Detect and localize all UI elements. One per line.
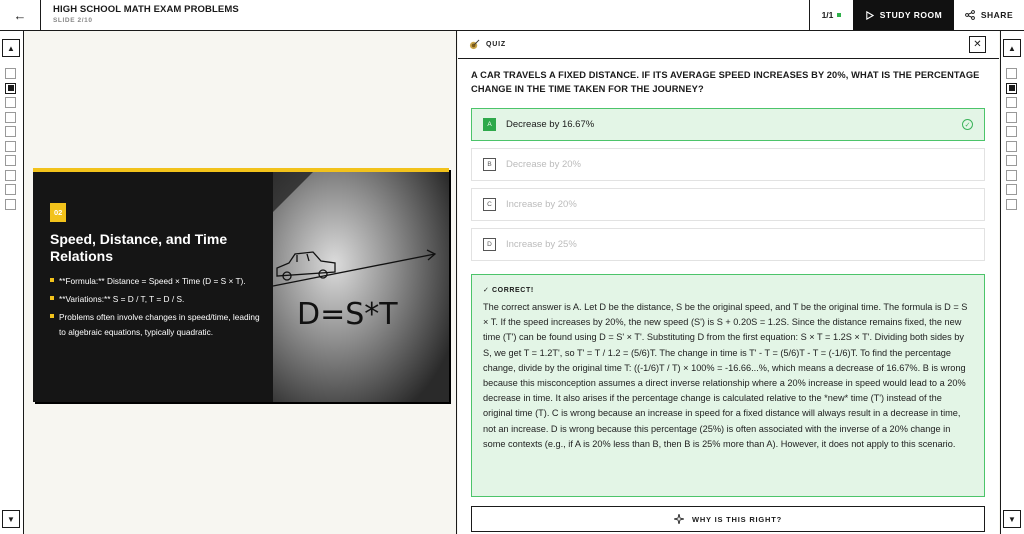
slide-number-badge: 02 bbox=[50, 203, 67, 222]
option-text: Decrease by 20% bbox=[506, 159, 581, 170]
slide-thumbnail-7[interactable] bbox=[5, 155, 16, 166]
chevron-down-icon: ▼ bbox=[1008, 514, 1016, 524]
chevron-up-icon: ▲ bbox=[1008, 43, 1016, 53]
slide-thumbnail-8[interactable] bbox=[5, 169, 16, 181]
option-c[interactable]: C Increase by 20% bbox=[471, 188, 985, 221]
option-text: Increase by 25% bbox=[506, 239, 577, 250]
slide-thumbnail-2[interactable] bbox=[5, 82, 16, 94]
close-button[interactable]: ✕ bbox=[969, 36, 986, 53]
quiz-question: A CAR TRAVELS A FIXED DISTANCE. IF ITS A… bbox=[471, 70, 980, 94]
why-is-this-right-button[interactable]: WHY IS THIS RIGHT? bbox=[471, 506, 985, 532]
slide-thumbnail-6[interactable] bbox=[5, 140, 16, 152]
formula-text: D=S*T bbox=[297, 297, 398, 332]
chalkboard-photo: D=S*T bbox=[273, 172, 449, 402]
rail-up-button[interactable]: ▲ bbox=[2, 39, 20, 57]
option-letter: D bbox=[483, 238, 496, 251]
slide-thumbnail-5[interactable] bbox=[1006, 126, 1017, 137]
active-marker bbox=[1008, 85, 1015, 91]
slide-thumbnail-1[interactable] bbox=[1006, 68, 1017, 79]
option-b[interactable]: B Decrease by 20% bbox=[471, 148, 985, 181]
option-d[interactable]: D Increase by 25% bbox=[471, 228, 985, 261]
rail-down-button[interactable]: ▼ bbox=[1003, 510, 1021, 528]
rail-down-button[interactable]: ▼ bbox=[2, 510, 20, 528]
right-slide-rail: ▲ ▼ bbox=[1000, 31, 1024, 534]
share-icon bbox=[965, 10, 975, 20]
chevron-down-icon: ▼ bbox=[7, 514, 15, 524]
page-counter: 1/1 bbox=[809, 0, 853, 30]
back-button[interactable]: ← bbox=[0, 0, 41, 30]
deck-title: HIGH SCHOOL MATH EXAM PROBLEMS bbox=[53, 4, 239, 15]
quiz-header: QUIZ ✕ bbox=[458, 31, 999, 59]
slide-thumbnails-right bbox=[1006, 68, 1017, 210]
slide-thumbnail-5[interactable] bbox=[5, 126, 16, 137]
sparkle-icon bbox=[673, 514, 684, 524]
option-text: Increase by 20% bbox=[506, 199, 577, 210]
status-dot bbox=[837, 13, 842, 17]
slide-thumbnail-2[interactable] bbox=[1006, 82, 1017, 94]
study-room-button[interactable]: STUDY ROOM bbox=[853, 0, 954, 30]
slide-thumbnail-8[interactable] bbox=[1006, 169, 1017, 181]
share-label: SHARE bbox=[980, 10, 1014, 20]
slide-title: Speed, Distance, and Time Relations bbox=[50, 231, 228, 264]
play-icon bbox=[866, 10, 874, 20]
slide-bullets: **Formula:** Distance = Speed × Time (D … bbox=[50, 274, 261, 340]
left-slide-rail: ▲ ▼ bbox=[0, 31, 24, 534]
rail-up-button[interactable]: ▲ bbox=[1003, 39, 1021, 57]
arrow-left-icon: ← bbox=[13, 7, 27, 23]
chevron-up-icon: ▲ bbox=[7, 43, 15, 53]
slide-thumbnails-left bbox=[5, 68, 16, 210]
slide-area: 02 Speed, Distance, and Time Relations *… bbox=[25, 31, 457, 534]
check-circle-icon: ✓ bbox=[962, 119, 973, 130]
title-block: HIGH SCHOOL MATH EXAM PROBLEMS SLIDE 2/1… bbox=[41, 0, 809, 30]
slide-thumbnail-9[interactable] bbox=[1006, 184, 1017, 195]
study-room-label: STUDY ROOM bbox=[879, 10, 943, 20]
bullet-item: **Variations:** S = D / T, T = D / S. bbox=[50, 292, 261, 307]
bullet-item: Problems often involve changes in speed/… bbox=[50, 310, 261, 340]
quiz-label: QUIZ bbox=[486, 41, 506, 48]
slide: 02 Speed, Distance, and Time Relations *… bbox=[33, 168, 449, 402]
slide-thumbnail-6[interactable] bbox=[1006, 140, 1017, 152]
close-icon: ✕ bbox=[973, 39, 982, 50]
target-icon bbox=[469, 39, 480, 50]
result-label: ✓ CORRECT! bbox=[483, 287, 534, 294]
option-a[interactable]: A Decrease by 16.67% ✓ bbox=[471, 108, 985, 141]
slide-thumbnail-3[interactable] bbox=[1006, 97, 1017, 108]
slide-thumbnail-9[interactable] bbox=[5, 184, 16, 195]
bullet-item: **Formula:** Distance = Speed × Time (D … bbox=[50, 274, 261, 289]
why-label: WHY IS THIS RIGHT? bbox=[691, 514, 783, 524]
slide-thumbnail-7[interactable] bbox=[1006, 155, 1017, 166]
counter-text: 1/1 bbox=[821, 10, 834, 20]
option-letter: A bbox=[483, 118, 496, 131]
active-marker bbox=[7, 85, 14, 91]
slide-content: 02 Speed, Distance, and Time Relations *… bbox=[33, 172, 273, 402]
slide-thumbnail-1[interactable] bbox=[5, 68, 16, 79]
share-button[interactable]: SHARE bbox=[954, 0, 1024, 30]
explanation-box: ✓ CORRECT! The correct answer is A. Let … bbox=[471, 274, 985, 497]
slide-thumbnail-4[interactable] bbox=[1006, 111, 1017, 123]
slide-thumbnail-10[interactable] bbox=[1006, 198, 1017, 210]
option-letter: C bbox=[483, 198, 496, 211]
quiz-panel: QUIZ ✕ A CAR TRAVELS A FIXED DISTANCE. I… bbox=[458, 31, 999, 534]
option-text: Decrease by 16.67% bbox=[506, 119, 595, 130]
slide-thumbnail-10[interactable] bbox=[5, 198, 16, 210]
slide-thumbnail-4[interactable] bbox=[5, 111, 16, 123]
top-bar: ← HIGH SCHOOL MATH EXAM PROBLEMS SLIDE 2… bbox=[0, 0, 1024, 31]
slide-indicator: SLIDE 2/10 bbox=[53, 17, 93, 24]
answer-options: A Decrease by 16.67% ✓ B Decrease by 20%… bbox=[471, 108, 985, 268]
explanation-text: The correct answer is A. Let D be the di… bbox=[483, 302, 968, 449]
option-letter: B bbox=[483, 158, 496, 171]
slide-thumbnail-3[interactable] bbox=[5, 97, 16, 108]
